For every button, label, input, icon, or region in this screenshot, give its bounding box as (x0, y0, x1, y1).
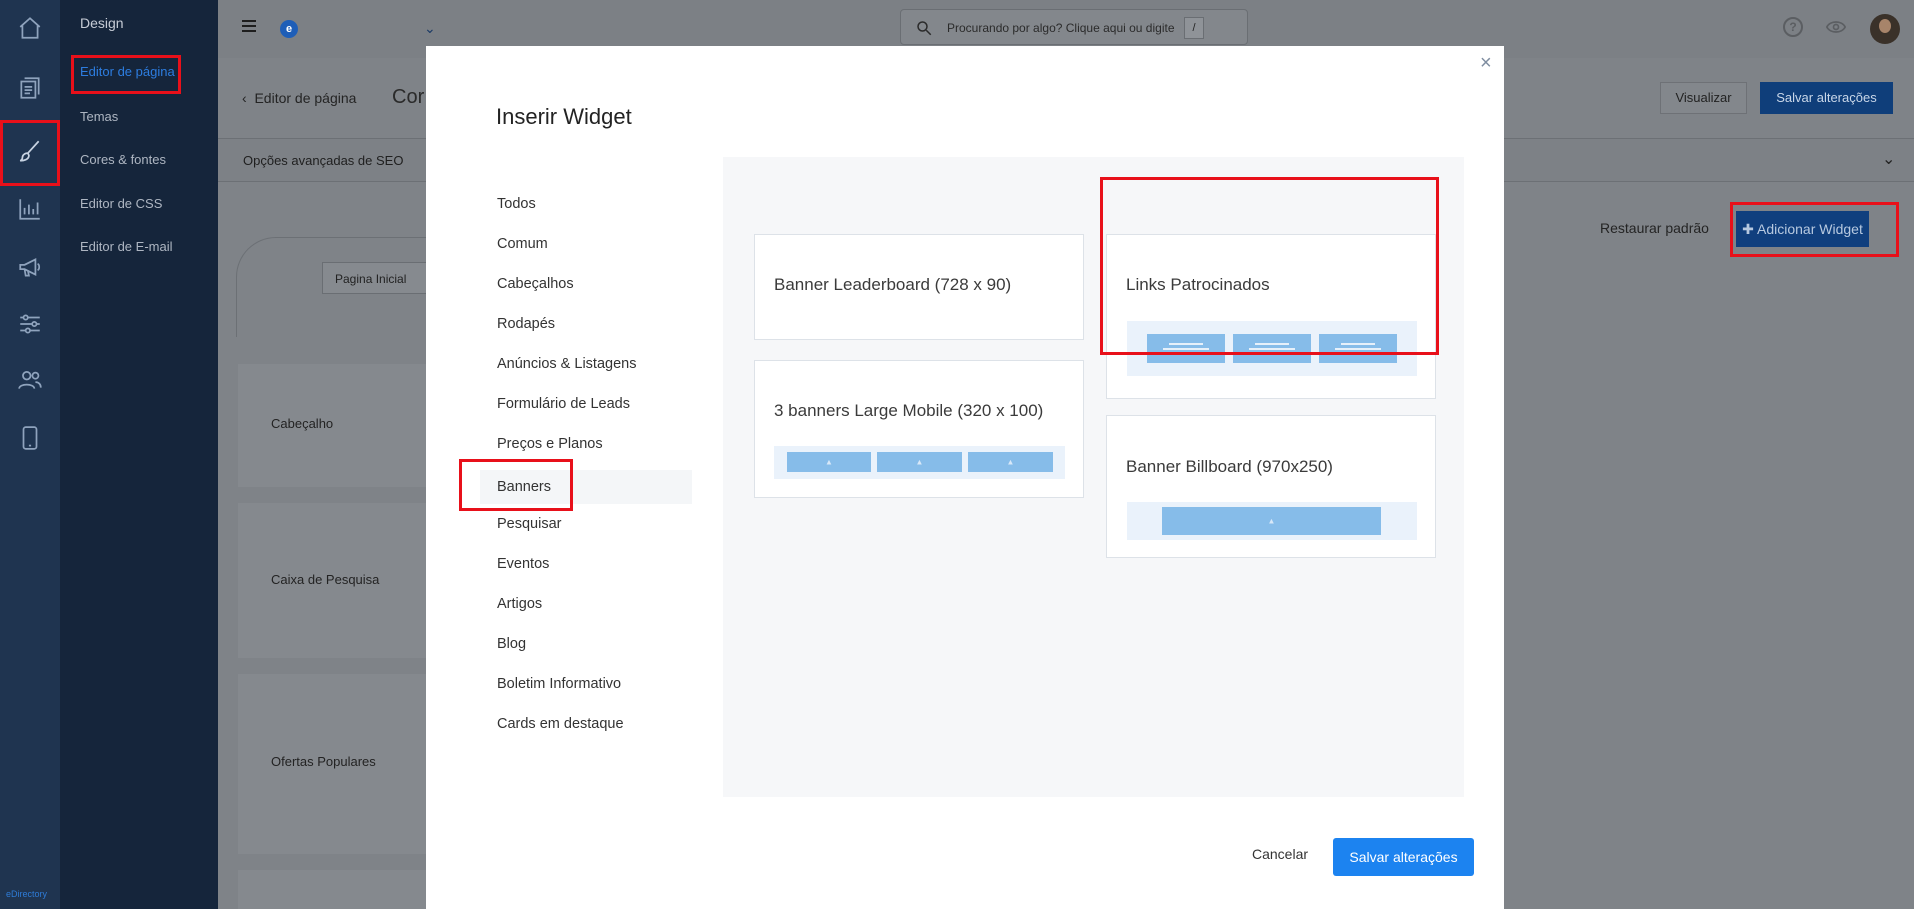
avatar[interactable] (1870, 14, 1900, 44)
category-item[interactable]: Artigos (480, 587, 692, 621)
page-title: Cor (392, 86, 425, 108)
hamburger-icon[interactable] (242, 20, 256, 32)
save-changes-button[interactable]: Salvar alterações (1760, 82, 1893, 114)
category-item[interactable]: Blog (480, 627, 692, 661)
category-item[interactable]: Pesquisar (480, 507, 692, 541)
close-icon[interactable]: × (1480, 52, 1492, 75)
megaphone-icon: ▲ (1267, 516, 1276, 526)
chevron-down-icon[interactable]: ⌄ (1882, 149, 1895, 169)
section-card[interactable]: Cabeçalho (238, 364, 428, 487)
category-item[interactable]: Formulário de Leads (480, 387, 692, 421)
chart-icon[interactable] (12, 191, 48, 227)
highlight-page-editor (71, 55, 181, 94)
widget-card-billboard[interactable]: Banner Billboard (970x250) ▲ (1106, 415, 1436, 558)
search-icon (917, 21, 932, 36)
category-item[interactable]: Anúncios & Listagens (480, 347, 692, 381)
search-shortcut-key: / (1184, 17, 1204, 39)
sliders-icon[interactable] (12, 306, 48, 342)
banner-block: ▲ (787, 452, 871, 472)
search-placeholder: Procurando por algo? Clique aqui ou digi… (947, 21, 1175, 35)
widget-card-title: Banner Leaderboard (728 x 90) (774, 275, 1012, 294)
users-icon[interactable] (12, 362, 48, 398)
submenu-item-email-editor[interactable]: Editor de E-mail (80, 239, 172, 254)
category-item[interactable]: Preços e Planos (480, 427, 692, 461)
modal-title: Inserir Widget (496, 104, 632, 129)
home-icon[interactable] (12, 10, 48, 46)
brand-footer: eDirectory (6, 889, 48, 899)
category-item[interactable]: Cabeçalhos (480, 267, 692, 301)
eye-icon[interactable] (1826, 18, 1846, 36)
site-chevron-down-icon[interactable]: ⌄ (424, 20, 436, 37)
category-item[interactable]: Todos (480, 187, 692, 221)
highlight-add-widget (1730, 202, 1899, 257)
category-item[interactable]: Comum (480, 227, 692, 261)
banner-block: ▲ (1162, 507, 1381, 535)
submenu-item-colors-fonts[interactable]: Cores & fontes (80, 152, 166, 167)
category-item[interactable]: Eventos (480, 547, 692, 581)
help-icon[interactable]: ? (1783, 17, 1803, 37)
section-card[interactable]: Caixa de Pesquisa (238, 503, 428, 658)
back-link-label: Editor de página (254, 90, 357, 106)
submenu-title: Design (80, 15, 124, 31)
cancel-button[interactable]: Cancelar (1252, 846, 1308, 862)
widget-preview: ▲ ▲ ▲ (774, 446, 1065, 479)
highlight-banners-category (459, 459, 573, 511)
site-logo-icon[interactable]: e (280, 20, 298, 38)
preview-button[interactable]: Visualizar (1660, 82, 1747, 114)
megaphone-icon: ▲ (1006, 457, 1015, 467)
page-select[interactable]: Pagina Inicial (322, 262, 432, 294)
mobile-icon[interactable] (12, 420, 48, 456)
section-card-label: Caixa de Pesquisa (271, 572, 380, 587)
banner-block: ▲ (968, 452, 1053, 472)
section-card-label: Ofertas Populares (271, 754, 376, 769)
banner-block: ▲ (877, 452, 962, 472)
restore-default-link[interactable]: Restaurar padrão (1600, 220, 1709, 236)
back-link[interactable]: ‹ Editor de página (242, 90, 356, 106)
widget-card-large-mobile[interactable]: 3 banners Large Mobile (320 x 100) ▲ ▲ ▲ (754, 360, 1084, 498)
highlight-brush-nav (0, 120, 60, 186)
widget-card-leaderboard[interactable]: Banner Leaderboard (728 x 90) (754, 234, 1084, 340)
insert-widget-modal: × Inserir Widget Todos Comum Cabeçalhos … (426, 46, 1504, 909)
megaphone-icon[interactable] (12, 249, 48, 285)
pages-icon[interactable] (12, 70, 48, 106)
widget-card-title: Banner Billboard (970x250) (1126, 457, 1333, 476)
section-card[interactable]: Ofertas Populares (238, 674, 428, 854)
category-item[interactable]: Rodapés (480, 307, 692, 341)
category-item[interactable]: Cards em destaque (480, 707, 692, 741)
megaphone-icon: ▲ (825, 457, 833, 467)
widget-card-title: 3 banners Large Mobile (320 x 100) (774, 401, 1044, 420)
save-changes-modal-button[interactable]: Salvar alterações (1333, 838, 1474, 876)
highlight-sponsored-links (1100, 177, 1439, 355)
section-card[interactable] (238, 870, 428, 909)
seo-options-label: Opções avançadas de SEO (243, 153, 404, 168)
search-input[interactable]: Procurando por algo? Clique aqui ou digi… (900, 9, 1248, 45)
design-submenu: Design Editor de página Temas Cores & fo… (60, 0, 218, 909)
megaphone-icon: ▲ (915, 457, 924, 467)
widget-preview: ▲ (1127, 502, 1417, 540)
submenu-item-css-editor[interactable]: Editor de CSS (80, 196, 162, 211)
section-card-label: Cabeçalho (271, 416, 334, 431)
category-item[interactable]: Boletim Informativo (480, 667, 692, 701)
submenu-item-themes[interactable]: Temas (80, 109, 118, 124)
